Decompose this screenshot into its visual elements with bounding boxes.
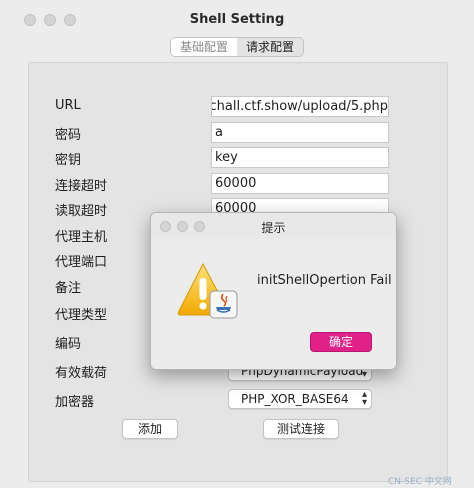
window-title: Shell Setting bbox=[189, 12, 285, 27]
test-connection-button[interactable]: 测试连接 bbox=[263, 419, 339, 439]
url-input[interactable]: http://b8cdfc2f-2c86-4cbd-b2a8-8a62c5b7c… bbox=[211, 96, 389, 117]
connect-timeout-label: 连接超时 bbox=[55, 179, 108, 194]
connect-timeout-input[interactable]: 60000 bbox=[211, 173, 389, 194]
read-timeout-label: 读取超时 bbox=[55, 204, 108, 219]
alert-dialog: 提示 initShellOpertion Fail 确定 bbox=[150, 212, 397, 370]
password-label: 密码 bbox=[55, 128, 82, 143]
dialog-title: 提示 bbox=[261, 221, 286, 235]
tab-bar: 基础配置 请求配置 bbox=[170, 37, 305, 57]
key-label: 密钥 bbox=[55, 153, 82, 168]
tab-basic-config[interactable]: 基础配置 bbox=[171, 38, 238, 56]
watermark: CN-SEC 中文网 bbox=[388, 477, 452, 487]
password-input[interactable]: a bbox=[211, 122, 389, 143]
chevron-updown-icon: ▴▾ bbox=[361, 389, 367, 408]
tab-request-config[interactable]: 请求配置 bbox=[237, 38, 303, 56]
dialog-title-bar[interactable]: 提示 bbox=[151, 213, 396, 239]
proxy-type-label: 代理类型 bbox=[55, 308, 108, 323]
payload-label: 有效载荷 bbox=[55, 366, 108, 381]
warning-java-icon bbox=[177, 262, 238, 319]
add-button[interactable]: 添加 bbox=[122, 419, 178, 439]
title-bar[interactable]: Shell Setting bbox=[0, 0, 474, 38]
proxy-port-label: 代理端口 bbox=[55, 255, 108, 270]
proxy-host-label: 代理主机 bbox=[55, 230, 108, 245]
url-label: URL bbox=[55, 98, 81, 113]
crypto-label: 加密器 bbox=[55, 395, 95, 410]
crypto-select[interactable]: PHP_XOR_BASE64 ▴ ▾ bbox=[228, 389, 372, 409]
url-value: http://b8cdfc2f-2c86-4cbd-b2a8-8a62c5b7c… bbox=[211, 99, 388, 114]
ok-button[interactable]: 确定 bbox=[310, 332, 372, 352]
remark-label: 备注 bbox=[55, 281, 82, 296]
encoding-label: 编码 bbox=[55, 337, 82, 352]
crypto-value: PHP_XOR_BASE64 bbox=[241, 392, 349, 406]
dialog-message: initShellOpertion Fail bbox=[257, 273, 392, 288]
key-input[interactable]: key bbox=[211, 147, 389, 168]
